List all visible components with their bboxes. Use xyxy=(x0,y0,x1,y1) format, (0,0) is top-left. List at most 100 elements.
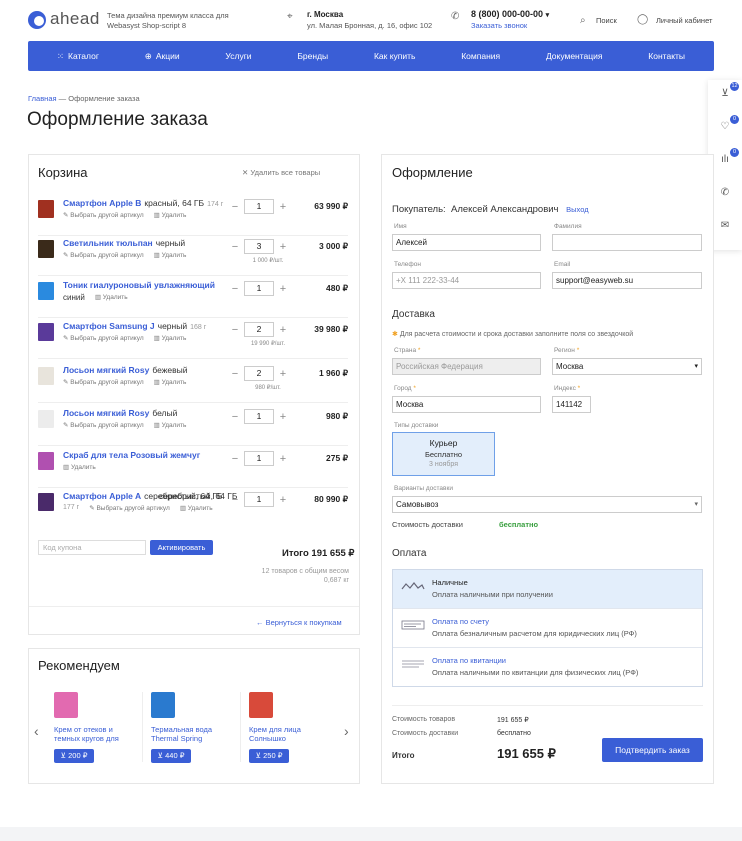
name-field[interactable]: Алексей xyxy=(392,234,541,251)
quantity-input[interactable]: 1 xyxy=(244,492,274,507)
increase-button[interactable]: + xyxy=(278,494,288,506)
breadcrumb-home[interactable]: Главная xyxy=(28,94,57,103)
decrease-button[interactable]: − xyxy=(230,368,240,380)
increase-button[interactable]: + xyxy=(278,411,288,423)
delete-item-link[interactable]: ▥ Удалить xyxy=(95,293,128,302)
logo-icon[interactable] xyxy=(28,11,46,29)
decrease-button[interactable]: − xyxy=(230,494,240,506)
product-thumbnail[interactable] xyxy=(38,410,54,428)
item-name[interactable]: Скраб для тела Розовый жемчуг xyxy=(63,450,200,460)
add-to-cart-button[interactable]: ⊻ 440 ₽ xyxy=(151,749,191,763)
mail-icon[interactable]: ✉ xyxy=(718,220,732,234)
quantity-input[interactable]: 3 xyxy=(244,239,274,254)
delete-item-link[interactable]: ▥ Удалить xyxy=(154,421,187,429)
delete-item-link[interactable]: ▥ Удалить xyxy=(63,463,96,471)
decrease-button[interactable]: − xyxy=(230,453,240,465)
product-name[interactable]: Крем для лица Солнышко xyxy=(249,725,329,744)
clear-cart-button[interactable]: ✕ Удалить все товары xyxy=(242,168,320,177)
change-article-link[interactable]: ✎ Выбрать другой артикул xyxy=(63,421,144,429)
increase-button[interactable]: + xyxy=(278,453,288,465)
increase-button[interactable]: + xyxy=(278,368,288,380)
product-name[interactable]: Крем от отеков и темных кругов для xyxy=(54,725,134,744)
quantity-input[interactable]: 1 xyxy=(244,281,274,296)
product-thumbnail[interactable] xyxy=(38,323,54,341)
nav-promo[interactable]: ⊕ Акции xyxy=(145,51,180,62)
header-city[interactable]: г. Москва xyxy=(307,10,343,19)
add-to-cart-button[interactable]: ⊻ 250 ₽ xyxy=(249,749,289,763)
cart-icon[interactable]: ⊻ 12 xyxy=(718,82,739,102)
logout-link[interactable]: Выход xyxy=(566,205,588,214)
item-name[interactable]: Светильник тюльпан черный xyxy=(63,238,185,248)
quantity-input[interactable]: 2 xyxy=(244,322,274,337)
compare-icon[interactable]: ılı 0 xyxy=(718,148,739,168)
change-article-link[interactable]: ✎ Выбрать другой артикул xyxy=(63,378,144,386)
nav-company[interactable]: Компания xyxy=(461,51,500,61)
nav-catalog[interactable]: ⁙ Каталог xyxy=(57,51,99,62)
increase-button[interactable]: + xyxy=(278,324,288,336)
recommended-product[interactable]: Крем для лица Солнышко ⊻ 250 ₽ xyxy=(249,692,329,763)
activate-coupon-button[interactable]: Активировать xyxy=(150,540,213,555)
product-name[interactable]: Термальная вода Thermal Spring xyxy=(151,725,231,744)
phone-icon[interactable]: ✆ xyxy=(718,187,732,201)
decrease-button[interactable]: − xyxy=(230,241,240,253)
product-thumbnail[interactable] xyxy=(38,493,54,511)
search-link[interactable]: Поиск xyxy=(596,16,617,25)
delete-item-link[interactable]: ▥ Удалить xyxy=(154,378,187,386)
nav-brands[interactable]: Бренды xyxy=(297,51,328,61)
product-image[interactable] xyxy=(249,692,273,718)
coupon-input[interactable]: Код купона xyxy=(38,540,146,555)
add-to-cart-button[interactable]: ⊻ 200 ₽ xyxy=(54,749,94,763)
nav-services[interactable]: Услуги xyxy=(225,51,251,61)
region-select[interactable]: Москва ▾ xyxy=(552,358,702,375)
delete-item-link[interactable]: ▥ Удалить xyxy=(180,504,213,512)
confirm-order-button[interactable]: Подтвердить заказ xyxy=(602,738,703,762)
search-icon[interactable]: ⌕ xyxy=(580,15,586,26)
recommended-product[interactable]: Термальная вода Thermal Spring ⊻ 440 ₽ xyxy=(151,692,231,763)
change-article-link[interactable]: ✎ Выбрать другой артикул xyxy=(63,334,144,342)
delete-item-link[interactable]: ▥ Удалить xyxy=(154,334,187,342)
increase-button[interactable]: + xyxy=(278,241,288,253)
delete-item-link[interactable]: ▥ Удалить xyxy=(154,251,187,259)
nav-docs[interactable]: Документация xyxy=(546,51,603,61)
chevron-right-icon[interactable]: › xyxy=(344,723,349,739)
quantity-input[interactable]: 1 xyxy=(244,451,274,466)
delivery-variant-select[interactable]: Самовывоз ▾ xyxy=(392,496,702,513)
back-to-shopping-link[interactable]: ← Вернуться к покупкам xyxy=(256,618,342,627)
nav-contacts[interactable]: Контакты xyxy=(648,51,685,61)
index-field[interactable]: 141142 xyxy=(552,396,591,413)
product-thumbnail[interactable] xyxy=(38,367,54,385)
product-thumbnail[interactable] xyxy=(38,240,54,258)
courier-option[interactable]: Курьер Бесплатно 3 ноября xyxy=(392,432,495,476)
country-field[interactable]: Российская Федерация xyxy=(392,358,541,375)
item-name[interactable]: Лосьон мягкий Rosy бежевый xyxy=(63,365,188,375)
chevron-left-icon[interactable]: ‹ xyxy=(34,723,39,739)
user-icon[interactable]: ◯ xyxy=(637,14,648,25)
product-image[interactable] xyxy=(151,692,175,718)
callback-link[interactable]: Заказать звонок xyxy=(471,21,527,30)
decrease-button[interactable]: − xyxy=(230,411,240,423)
change-article-link[interactable]: ✎ Выбрать другой артикул xyxy=(63,251,144,259)
delete-item-link[interactable]: ▥ Удалить xyxy=(154,211,187,219)
item-name[interactable]: Смартфон Samsung Jчерный 168 г xyxy=(63,321,206,331)
product-thumbnail[interactable] xyxy=(38,282,54,300)
decrease-button[interactable]: − xyxy=(230,201,240,213)
decrease-button[interactable]: − xyxy=(230,324,240,336)
change-article-link[interactable]: ✎ Выбрать другой артикул xyxy=(63,211,144,219)
phone-field[interactable]: +X 111 222-33-44 xyxy=(392,272,541,289)
nav-how-to-buy[interactable]: Как купить xyxy=(374,51,416,61)
payment-receipt[interactable]: Оплата по квитанции Оплата наличными по … xyxy=(393,648,702,687)
quantity-input[interactable]: 2 xyxy=(244,366,274,381)
change-article-link[interactable]: ✎ Выбрать другой артикул xyxy=(89,504,170,512)
decrease-button[interactable]: − xyxy=(230,283,240,295)
quantity-input[interactable]: 1 xyxy=(244,409,274,424)
logo-text[interactable]: ahead xyxy=(50,9,100,29)
increase-button[interactable]: + xyxy=(278,201,288,213)
payment-invoice[interactable]: Оплата по счету Оплата безналичным расче… xyxy=(393,609,702,648)
email-field[interactable]: support@easyweb.su xyxy=(552,272,702,289)
item-name[interactable]: Тоник гиалуроновый увлажняющий xyxy=(63,280,215,290)
heart-icon[interactable]: ♡ 0 xyxy=(718,115,739,135)
payment-cash[interactable]: Наличные Оплата наличными при получении xyxy=(393,570,702,609)
product-image[interactable] xyxy=(54,692,78,718)
product-thumbnail[interactable] xyxy=(38,452,54,470)
item-name[interactable]: Лосьон мягкий Rosy белый xyxy=(63,408,177,418)
